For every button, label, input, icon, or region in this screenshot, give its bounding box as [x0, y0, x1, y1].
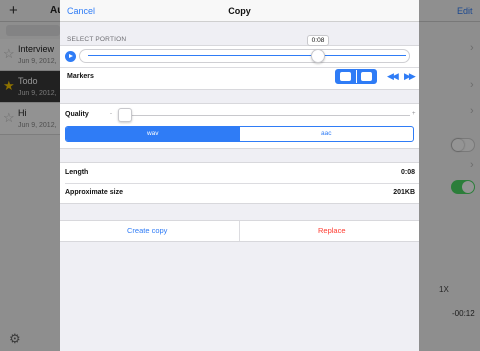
info-group: Length 0:08 Approximate size 201KB — [60, 162, 419, 204]
markers-toggle[interactable] — [335, 69, 377, 84]
quality-slider-handle[interactable] — [118, 108, 132, 122]
fast-forward-icon[interactable]: ▶▶ — [404, 71, 416, 82]
quality-min-icon: - — [110, 111, 112, 117]
quality-label: Quality — [65, 111, 89, 118]
play-icon[interactable] — [65, 51, 76, 62]
create-copy-button[interactable]: Create copy — [127, 226, 167, 235]
quality-slider-track[interactable] — [118, 115, 410, 116]
size-value: 201KB — [393, 189, 415, 196]
length-value: 0:08 — [400, 169, 415, 176]
position-tooltip: 0:08 — [307, 35, 329, 46]
dialog-title: Copy — [228, 6, 251, 16]
marker-right-segment[interactable] — [355, 70, 377, 83]
portion-handle[interactable] — [311, 49, 325, 63]
dialog-nav-bar: Cancel Copy — [60, 0, 419, 22]
length-row: Length 0:08 — [60, 163, 419, 183]
quality-max-icon: + — [412, 111, 416, 117]
copy-dialog: Cancel Copy SELECT PORTION 0:08 Markers … — [60, 0, 419, 351]
format-segmented-control[interactable]: wav aac — [65, 126, 414, 142]
markers-label: Markers — [67, 73, 94, 80]
marker-left-segment[interactable] — [336, 70, 356, 83]
selected-portion-bar — [88, 55, 406, 56]
size-row: Approximate size 201KB — [60, 183, 419, 203]
rewind-icon[interactable]: ◀◀ — [387, 71, 399, 82]
divider — [60, 67, 419, 68]
divider — [239, 221, 240, 241]
length-label: Length — [65, 169, 89, 176]
select-portion-header: SELECT PORTION — [67, 36, 127, 43]
size-label: Approximate size — [65, 189, 123, 196]
format-option-wav[interactable]: wav — [66, 127, 240, 141]
format-option-aac[interactable]: aac — [240, 127, 414, 141]
portion-track[interactable] — [79, 49, 410, 63]
replace-button[interactable]: Replace — [318, 226, 346, 235]
